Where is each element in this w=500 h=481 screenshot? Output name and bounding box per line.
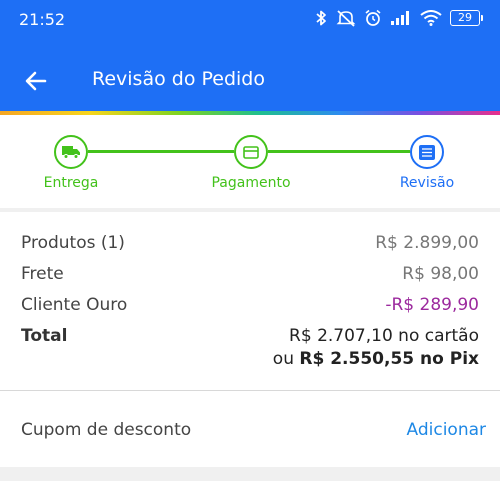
coupon-label: Cupom de desconto [21, 420, 192, 440]
discount-label: Cliente Ouro [21, 295, 128, 315]
page-title: Revisão do Pedido [92, 68, 265, 90]
total-pix-line: ou R$ 2.550,55 no Pix [273, 349, 479, 369]
total-label: Total [21, 326, 68, 346]
alarm-icon [365, 9, 381, 26]
signal-icon [391, 11, 409, 25]
wifi-icon [420, 10, 442, 26]
list-icon [419, 144, 435, 160]
status-icons: 29 [314, 9, 483, 27]
bluetooth-icon [316, 10, 326, 26]
truck-icon [62, 146, 80, 159]
products-label: Produtos (1) [21, 233, 125, 253]
step-entrega[interactable] [54, 135, 88, 169]
products-value: R$ 2.899,00 [375, 233, 479, 253]
card-icon [243, 145, 259, 159]
status-time: 21:52 [19, 10, 66, 29]
discount-value: -R$ 289,90 [385, 295, 479, 315]
step-label-revisao: Revisão [399, 175, 455, 191]
step-connector [88, 150, 234, 153]
back-arrow-icon[interactable] [22, 67, 50, 95]
checkout-stepper: Entrega Pagamento Revisão [0, 115, 500, 208]
step-pagamento[interactable] [234, 135, 268, 169]
total-pix-prefix: ou [272, 349, 294, 369]
battery-indicator: 29 [450, 10, 483, 26]
order-summary: Produtos (1) R$ 2.899,00 Frete R$ 98,00 … [0, 212, 500, 390]
total-pix-value: R$ 2.550,55 no Pix [299, 349, 479, 369]
step-revisao[interactable] [410, 135, 444, 169]
step-label-entrega: Entrega [43, 175, 99, 191]
total-card-value: R$ 2.707,10 no cartão [289, 326, 479, 346]
step-label-pagamento: Pagamento [211, 175, 291, 191]
shipping-value: R$ 98,00 [402, 264, 479, 284]
add-coupon-button[interactable]: Adicionar [407, 420, 487, 440]
mute-icon [336, 10, 356, 27]
coupon-row[interactable]: Cupom de desconto Adicionar [0, 391, 500, 467]
app-header: 21:52 29 Revisão do Pedido [0, 0, 500, 111]
bottom-section-background [0, 467, 500, 481]
status-bar: 21:52 29 [0, 0, 500, 40]
step-connector [268, 150, 410, 153]
shipping-label: Frete [21, 264, 64, 284]
